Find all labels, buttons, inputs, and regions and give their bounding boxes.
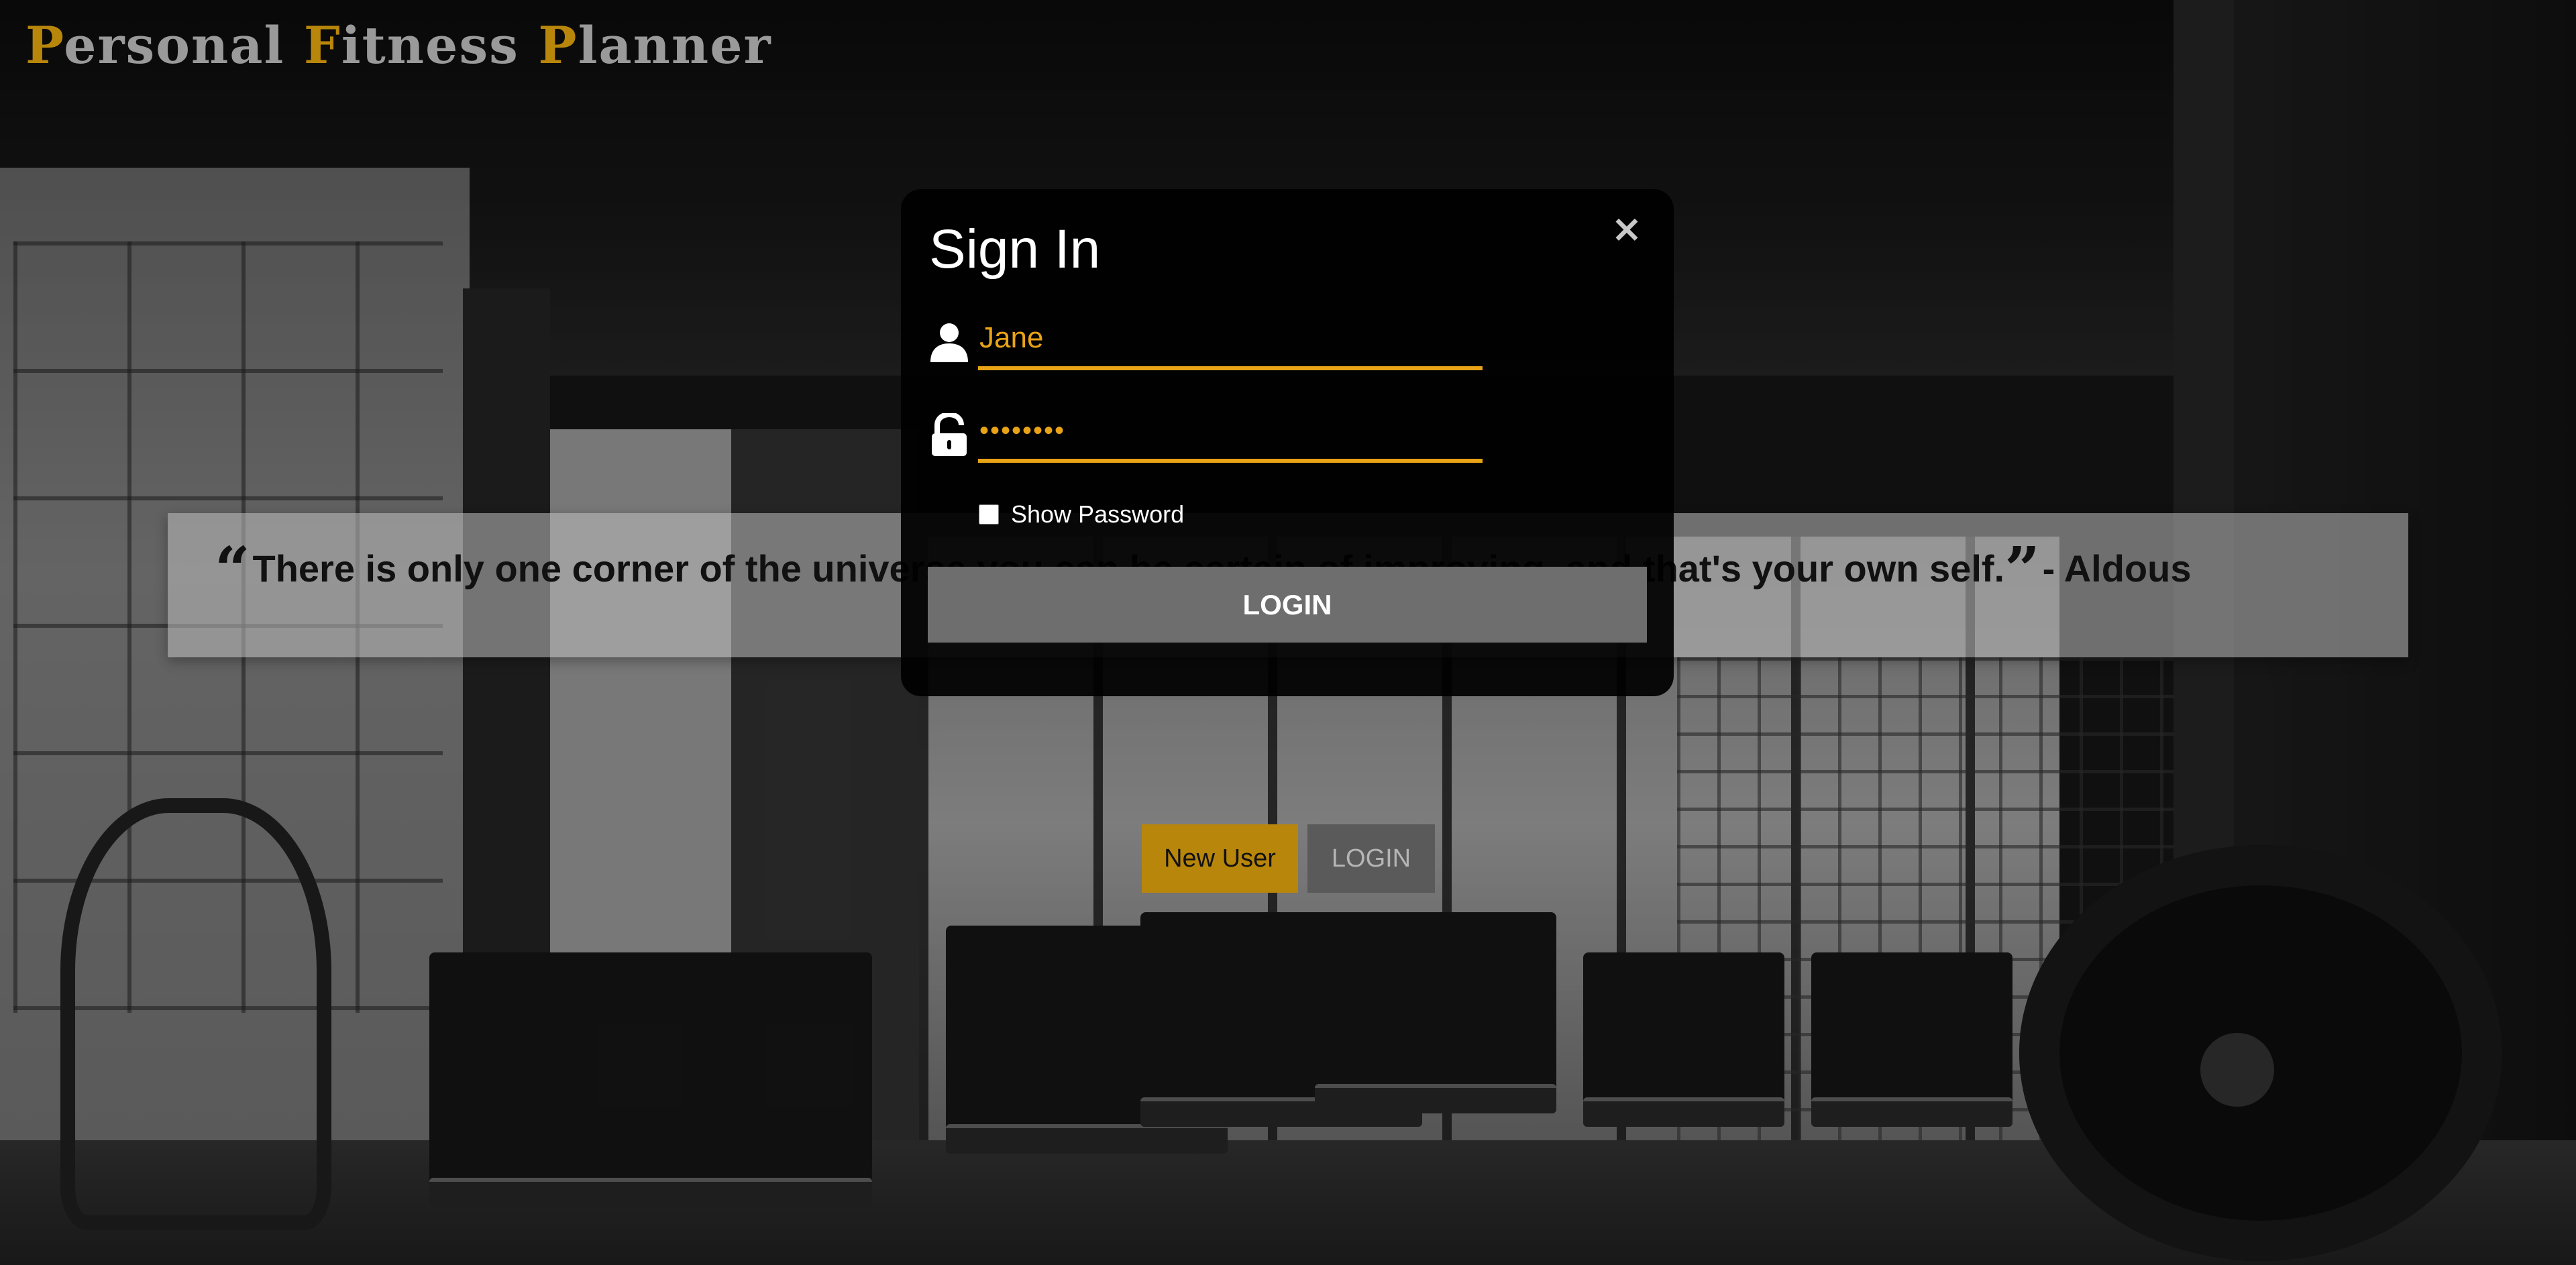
username-row bbox=[928, 310, 1505, 377]
show-password-checkbox[interactable] bbox=[979, 504, 999, 525]
user-icon bbox=[930, 323, 968, 362]
modal-title: Sign In bbox=[929, 219, 1101, 280]
login-submit-button[interactable]: LOGIN bbox=[928, 567, 1647, 643]
password-row bbox=[928, 402, 1505, 470]
open-quote-icon: “ bbox=[215, 533, 250, 606]
unlocked-padlock-icon bbox=[932, 413, 967, 456]
close-button[interactable]: × bbox=[1607, 209, 1647, 250]
quote-author: - Aldous bbox=[2032, 547, 2192, 590]
app-title-initial: P bbox=[25, 15, 64, 75]
app-title-initial: P bbox=[538, 15, 578, 75]
signin-modal: Sign In × Show Password LOGIN bbox=[901, 189, 1674, 696]
new-user-button[interactable]: New User bbox=[1142, 824, 1298, 893]
username-input[interactable] bbox=[978, 310, 1483, 370]
app-title-word: lanner bbox=[578, 15, 772, 75]
show-password-label[interactable]: Show Password bbox=[1011, 500, 1184, 529]
close-quote-icon: ” bbox=[2004, 533, 2040, 606]
app-title-initial: F bbox=[303, 15, 341, 75]
show-password-row: Show Password bbox=[979, 498, 1184, 531]
app-title-word: ersonal bbox=[64, 15, 304, 75]
page: Personal Fitness Planner “ There is only… bbox=[0, 0, 2576, 1265]
login-button[interactable]: LOGIN bbox=[1307, 824, 1435, 893]
app-title: Personal Fitness Planner bbox=[25, 12, 772, 79]
app-title-word: itness bbox=[341, 15, 539, 75]
password-input[interactable] bbox=[978, 402, 1483, 463]
